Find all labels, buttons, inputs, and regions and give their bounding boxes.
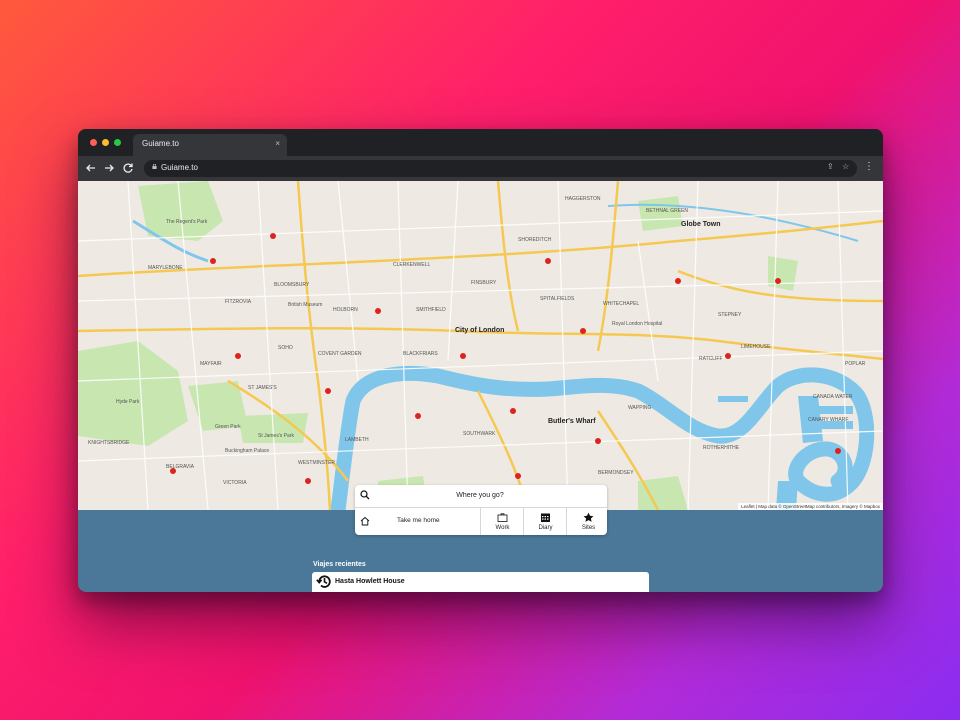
map-label: WAPPING <box>628 405 652 411</box>
map-label: MAYFAIR <box>200 361 222 367</box>
search-icon[interactable] <box>360 490 370 500</box>
maximize-window-button[interactable] <box>114 139 121 146</box>
map-label: BLACKFRIARS <box>403 351 438 357</box>
diary-label: Diary <box>538 525 553 531</box>
tab-bar: Guiame.to × <box>78 129 883 156</box>
map-label: Green Park <box>215 424 241 430</box>
tab-close-icon[interactable]: × <box>275 139 280 148</box>
map-label: VICTORIA <box>223 480 247 486</box>
map-label: FITZROVIA <box>225 299 252 305</box>
map-label: HAGGERSTON <box>565 196 601 202</box>
work-button[interactable]: Work <box>480 508 524 535</box>
map-attribution[interactable]: Leaflet | Map data © OpenStreetMap contr… <box>738 503 883 510</box>
map-label: STEPNEY <box>718 312 742 318</box>
map-label: The Regent's Park <box>166 219 208 225</box>
browser-menu-icon[interactable]: ⋮ <box>864 161 874 172</box>
map-label: LAMBETH <box>345 437 369 443</box>
forward-arrow-icon <box>105 164 114 172</box>
bookmark-star-icon[interactable]: ☆ <box>842 162 849 171</box>
map-label: British Museum <box>288 302 323 308</box>
page-content: City of London Globe Town Butler's Wharf MA… <box>78 181 883 592</box>
tab-title: Guiame.to <box>142 139 179 148</box>
map-label: Buckingham Palace <box>225 448 270 454</box>
address-bar[interactable]: Guiame.to ⇪ ☆ <box>144 160 857 177</box>
map-label: FINSBURY <box>471 280 497 286</box>
map-label: ST JAMES'S <box>248 385 277 391</box>
map-label: SHOREDITCH <box>518 237 552 243</box>
work-label: Work <box>495 525 510 531</box>
search-panel: Take me home Work Diary Sites <box>355 485 607 535</box>
share-icon[interactable]: ⇪ <box>827 162 834 171</box>
take-me-home-button[interactable]: Take me home <box>355 508 480 535</box>
history-icon <box>316 575 331 588</box>
search-input[interactable] <box>377 488 583 503</box>
browser-window: Guiame.to × Guiame.to ⇪ ☆ ⋮ City of Lond… <box>78 129 883 592</box>
back-button[interactable] <box>84 161 98 175</box>
map-label: Globe Town <box>681 221 721 228</box>
map-label: BERMONDSEY <box>598 470 634 476</box>
map-label: BLOOMSBURY <box>274 282 310 288</box>
reload-button[interactable] <box>121 161 135 175</box>
map-label: SOUTHWARK <box>463 431 496 437</box>
map-label: BELGRAVIA <box>166 464 194 470</box>
home-icon <box>360 516 370 526</box>
map-label: SOHO <box>278 345 293 351</box>
map-label: CANARY WHARF <box>808 417 849 423</box>
diary-button[interactable]: Diary <box>523 508 567 535</box>
map-label: KNIGHTSBRIDGE <box>88 440 130 446</box>
sites-button[interactable]: Sites <box>566 508 610 535</box>
url-text: Guiame.to <box>161 163 198 172</box>
map-label: SMITHFIELD <box>416 307 446 313</box>
close-window-button[interactable] <box>90 139 97 146</box>
map-label: SPITALFIELDS <box>540 296 575 302</box>
recent-trip-label: Hasta Howlett House <box>335 578 405 585</box>
map-label: Royal London Hospital <box>612 321 663 327</box>
map-label: COVENT GARDEN <box>318 351 362 357</box>
back-arrow-icon <box>86 164 95 172</box>
reload-icon <box>123 163 133 173</box>
map-label: St James's Park <box>258 433 294 439</box>
map-label: WESTMINSTER <box>298 460 335 466</box>
map-label: POPLAR <box>845 361 866 367</box>
map-label: ROTHERHITHE <box>703 445 740 451</box>
search-row <box>355 485 607 508</box>
map-label: HOLBORN <box>333 307 358 313</box>
browser-toolbar: Guiame.to ⇪ ☆ ⋮ <box>78 156 883 181</box>
briefcase-icon <box>497 513 508 522</box>
lock-icon <box>152 164 157 169</box>
map-label: BETHNAL GREEN <box>646 208 689 214</box>
sites-label: Sites <box>581 525 596 531</box>
home-label: Take me home <box>397 517 440 524</box>
recent-trips-title: Viajes recientes <box>313 561 366 568</box>
map-label: CLERKENWELL <box>393 262 431 268</box>
map-label: RATCLIFF <box>699 356 723 362</box>
forward-button[interactable] <box>102 161 116 175</box>
map-label: CANADA WATER <box>813 394 853 400</box>
minimize-window-button[interactable] <box>102 139 109 146</box>
recent-trip-item[interactable]: Hasta Howlett House <box>312 572 649 592</box>
map-label: MARYLEBONE <box>148 265 183 271</box>
star-icon <box>583 512 594 522</box>
calendar-icon <box>541 513 550 522</box>
map[interactable]: City of London Globe Town Butler's Wharf MA… <box>78 181 883 510</box>
map-label: Butler's Wharf <box>548 418 596 425</box>
map-label: LIMEHOUSE <box>741 344 771 350</box>
map-label: WHITECHAPEL <box>603 301 640 307</box>
map-label: City of London <box>455 327 505 334</box>
browser-tab[interactable]: Guiame.to × <box>133 134 287 156</box>
map-label: Hyde Park <box>116 399 140 405</box>
